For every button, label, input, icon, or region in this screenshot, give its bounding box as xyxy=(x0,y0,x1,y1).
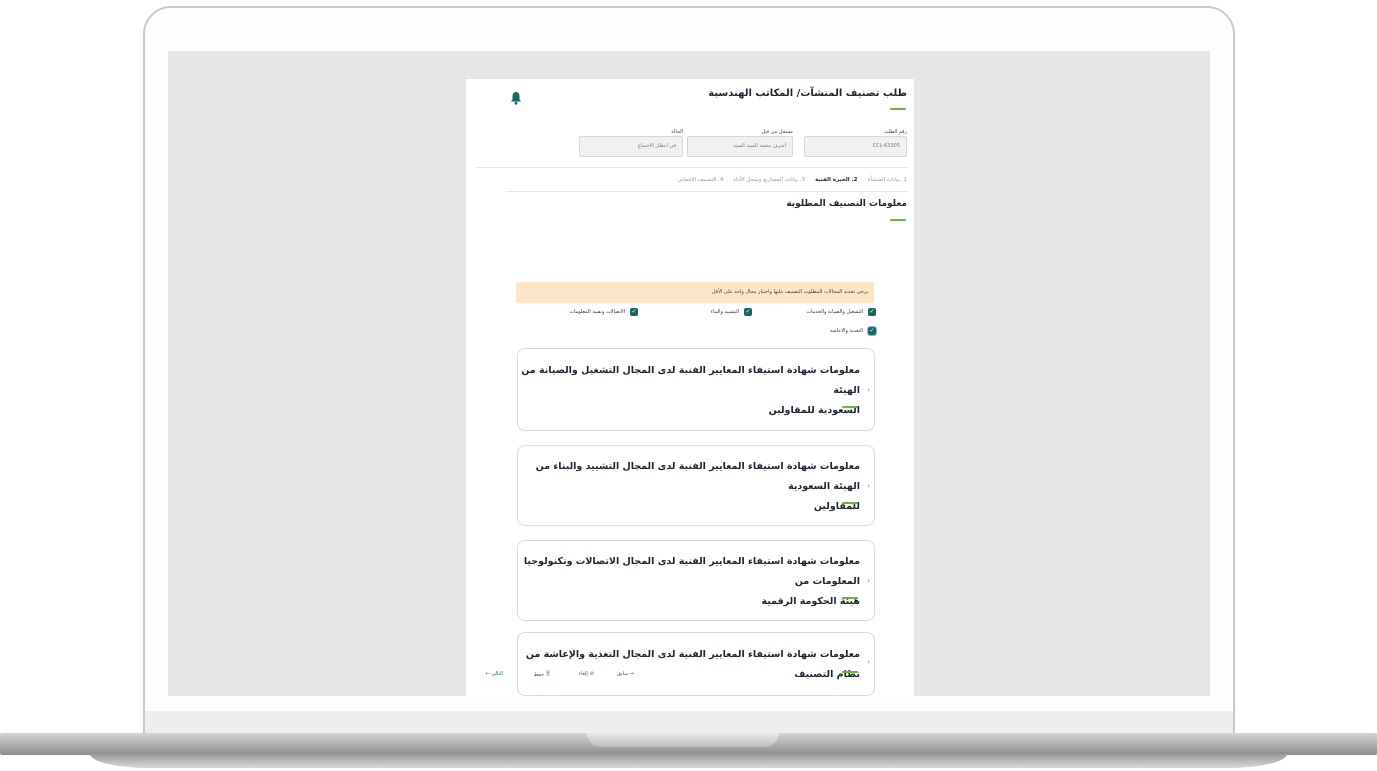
request-number-label: رقم الطلب xyxy=(883,129,907,135)
chevron-icon: ‹ xyxy=(867,577,870,585)
header-divider xyxy=(476,167,908,168)
app-page: طلب تصنيف المنشآت/ المكاتب الهندسية رقم … xyxy=(466,79,914,696)
checkbox-label: الاتصالات وتقنية المعلومات xyxy=(569,309,625,315)
card-underline xyxy=(842,671,858,673)
status-field: في انتظار الاجتماع xyxy=(579,136,683,157)
step-2[interactable]: 2. الخبرة الفنية xyxy=(815,177,857,183)
cancel-button[interactable]: ⊘ إلغاء xyxy=(579,671,594,677)
card-title: معلومات شهادة استيفاء المعايير الفنية لد… xyxy=(523,556,860,607)
bell-icon[interactable] xyxy=(510,91,522,105)
section-underline xyxy=(890,219,906,221)
checkbox-catering[interactable]: ✓ التغذية والاعاشة xyxy=(829,326,877,336)
section-title: معلومات التصنيف المطلوبة xyxy=(786,199,907,209)
checkbox-operations[interactable]: ✓ التشغيل والصيانة والخدمات xyxy=(806,308,876,316)
stepper: 1. بيانات المنشأة 2. الخبرة الفنية 3. بي… xyxy=(677,177,907,183)
cancel-icon: ⊘ xyxy=(589,671,594,677)
card-underline xyxy=(842,406,858,408)
stepper-divider xyxy=(506,191,908,192)
registered-by-label: مسجل من قبل xyxy=(761,129,793,135)
step-3[interactable]: 3. بيانات المشاريع وسجل الأداء xyxy=(733,177,805,183)
laptop-base-foot xyxy=(90,754,1287,768)
save-icon: 🗎 xyxy=(545,671,550,677)
notice-banner: يرجى تحديد المجالات المطلوب التصنيف عليه… xyxy=(516,282,874,303)
chevron-icon: ‹ xyxy=(867,386,870,394)
laptop-chin xyxy=(145,711,1233,734)
card-title: معلومات شهادة استيفاء المعايير الفنية لد… xyxy=(525,649,860,680)
check-icon: ✓ xyxy=(867,326,877,336)
step-4[interactable]: 4. التصنيف الائتماني xyxy=(677,177,723,183)
certificate-card-catering[interactable]: معلومات شهادة استيفاء المعايير الفنية لد… xyxy=(517,632,875,696)
chevron-icon: ‹ xyxy=(867,658,870,666)
card-underline xyxy=(842,502,858,504)
check-icon: ✓ xyxy=(744,308,752,316)
chevron-icon: ‹ xyxy=(867,482,870,490)
title-underline xyxy=(890,108,906,110)
prev-button[interactable]: → سابق xyxy=(617,671,634,677)
request-number-field: CCL-63305 xyxy=(804,136,907,157)
checkbox-ict[interactable]: ✓ الاتصالات وتقنية المعلومات xyxy=(569,308,638,316)
certificate-card-construction[interactable]: معلومات شهادة استيفاء المعايير الفنية لد… xyxy=(517,445,875,526)
status-label: الحالة xyxy=(671,129,683,135)
check-icon: ✓ xyxy=(630,308,638,316)
laptop-notch xyxy=(587,733,779,747)
certificate-card-ict[interactable]: معلومات شهادة استيفاء المعايير الفنية لد… xyxy=(517,540,875,621)
registered-by-field: أشرف محمد السيد السيد xyxy=(687,136,793,157)
certificate-card-operations[interactable]: معلومات شهادة استيفاء المعايير الفنية لد… xyxy=(517,348,875,431)
page-title: طلب تصنيف المنشآت/ المكاتب الهندسية xyxy=(708,88,907,99)
card-title: معلومات شهادة استيفاء المعايير الفنية لد… xyxy=(535,461,860,512)
save-button[interactable]: 🗎 حفظ xyxy=(534,671,550,679)
next-button[interactable]: التالي ← xyxy=(486,671,503,677)
step-1[interactable]: 1. بيانات المنشأة xyxy=(867,177,907,183)
card-title: معلومات شهادة استيفاء المعايير الفنية لد… xyxy=(521,365,860,416)
checkbox-label: التشغيل والصيانة والخدمات xyxy=(806,309,863,315)
check-icon: ✓ xyxy=(868,308,876,316)
checkbox-construction[interactable]: ✓ التشييد والبناء xyxy=(711,308,752,316)
card-underline xyxy=(842,597,858,599)
stage: طلب تصنيف المنشآت/ المكاتب الهندسية رقم … xyxy=(0,0,1377,771)
checkbox-label: التغذية والاعاشة xyxy=(829,328,863,334)
laptop-screen: طلب تصنيف المنشآت/ المكاتب الهندسية رقم … xyxy=(168,51,1210,696)
checkbox-label: التشييد والبناء xyxy=(710,309,739,315)
